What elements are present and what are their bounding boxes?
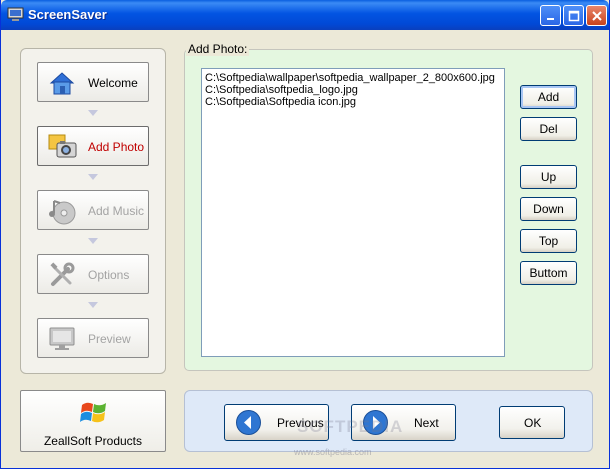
nav-arrow-down-icon bbox=[88, 174, 98, 180]
nav-preview-button[interactable]: Preview bbox=[37, 318, 149, 358]
maximize-button[interactable] bbox=[563, 5, 584, 26]
up-button[interactable]: Up bbox=[520, 165, 577, 189]
nav-welcome-label: Welcome bbox=[88, 76, 138, 90]
nav-welcome-button[interactable]: Welcome bbox=[37, 62, 149, 102]
music-disc-icon bbox=[48, 197, 76, 225]
nav-add-photo-label: Add Photo bbox=[88, 140, 145, 154]
ok-button[interactable]: OK bbox=[499, 406, 565, 439]
wizard-nav-panel: Welcome Add Photo Add Music Options Prev… bbox=[20, 48, 166, 374]
nav-options-label: Options bbox=[88, 268, 130, 282]
bottom-button[interactable]: Buttom bbox=[520, 261, 577, 285]
nav-add-photo-button[interactable]: Add Photo bbox=[37, 126, 149, 166]
app-monitor-icon bbox=[7, 7, 24, 22]
list-item[interactable]: C:\Softpedia\softpedia_logo.jpg bbox=[202, 84, 504, 96]
nav-options-button[interactable]: Options bbox=[37, 254, 149, 294]
photo-file-list[interactable]: C:\Softpedia\wallpaper\softpedia_wallpap… bbox=[201, 68, 505, 357]
watermark-url: www.softpedia.com bbox=[294, 447, 372, 457]
ok-label: OK bbox=[524, 416, 542, 430]
windows-logo-icon bbox=[79, 397, 109, 432]
house-icon bbox=[48, 69, 76, 97]
nav-arrow-down-icon bbox=[88, 238, 98, 244]
nav-add-music-label: Add Music bbox=[88, 204, 145, 218]
watermark-text: SOFTPEDIA bbox=[297, 417, 404, 436]
close-icon bbox=[592, 11, 602, 21]
add-photo-legend: Add Photo: bbox=[186, 42, 250, 56]
nav-arrow-down-icon bbox=[88, 302, 98, 308]
camera-photo-icon bbox=[48, 133, 77, 161]
minimize-button[interactable] bbox=[540, 5, 561, 26]
nav-preview-label: Preview bbox=[88, 332, 131, 346]
list-item[interactable]: C:\Softpedia\Softpedia icon.jpg bbox=[202, 96, 504, 108]
maximize-icon bbox=[568, 10, 580, 22]
app-window: ScreenSaver Welcome Add Photo Add Music … bbox=[0, 0, 610, 469]
minimize-icon bbox=[547, 18, 554, 20]
window-title: ScreenSaver bbox=[28, 7, 107, 22]
zeallsoft-products-button[interactable]: ZeallSoft Products bbox=[20, 390, 166, 452]
arrow-left-icon bbox=[236, 410, 261, 435]
close-button[interactable] bbox=[586, 5, 607, 26]
zeallsoft-products-label: ZeallSoft Products bbox=[43, 434, 143, 448]
next-label: Next bbox=[414, 416, 439, 430]
tools-icon bbox=[48, 261, 76, 289]
add-button[interactable]: Add bbox=[520, 85, 577, 109]
nav-add-music-button[interactable]: Add Music bbox=[37, 190, 149, 230]
top-button[interactable]: Top bbox=[520, 229, 577, 253]
title-bar[interactable]: ScreenSaver bbox=[1, 0, 609, 30]
nav-arrow-down-icon bbox=[88, 110, 98, 116]
list-item[interactable]: C:\Softpedia\wallpaper\softpedia_wallpap… bbox=[202, 69, 504, 84]
down-button[interactable]: Down bbox=[520, 197, 577, 221]
monitor-icon bbox=[48, 325, 76, 353]
del-button[interactable]: Del bbox=[520, 117, 577, 141]
